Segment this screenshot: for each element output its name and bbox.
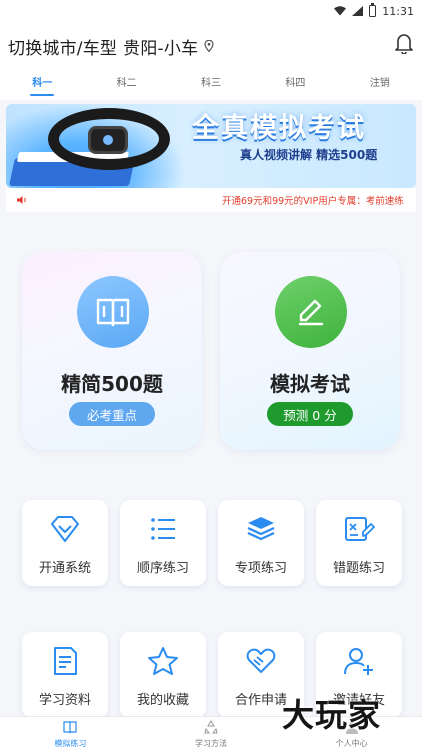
watermark-logo: 大玩家 [282, 696, 382, 734]
nav-label: 学习方法 [195, 739, 227, 748]
list-icon [151, 518, 175, 540]
notice-text: 开通69元和99元的VIP用户专属：考前速练 [222, 196, 404, 207]
key-points-badge[interactable]: 必考重点 [69, 402, 155, 426]
tile-label: 开通系统 [38, 561, 91, 576]
location-pin-icon[interactable] [204, 40, 214, 52]
tile-label: 错题练习 [332, 561, 385, 576]
diamond-icon [51, 516, 79, 542]
card-mock-exam[interactable]: 模拟考试 预测 0 分 [220, 252, 400, 450]
tab-subject-3[interactable]: 科三 [169, 70, 253, 100]
layers-icon [247, 517, 275, 541]
tile-label: 我的收藏 [136, 693, 189, 708]
star-icon [148, 647, 178, 675]
tab-subject-1[interactable]: 科一 [0, 70, 84, 100]
city-selector[interactable]: 切换城市/车型 贵阳-小车 [8, 34, 198, 59]
banner-title: 全真模拟考试 [192, 113, 366, 144]
wifi-icon [334, 6, 347, 16]
switch-city-label: 切换城市/车型 [8, 38, 118, 59]
add-user-icon [344, 648, 373, 675]
card-title: 精简500题 [61, 372, 163, 396]
tile-wrong-answers[interactable]: 错题练习 [316, 500, 402, 586]
subject-tabs: 科一 科二 科三 科四 注销 [0, 70, 422, 100]
tile-label: 专项练习 [234, 561, 287, 576]
tab-logout[interactable]: 注销 [338, 70, 422, 100]
tile-study-materials[interactable]: 学习资料 [22, 632, 108, 718]
notification-bell-icon[interactable] [394, 32, 414, 54]
card-title: 模拟考试 [270, 372, 350, 396]
battery-icon [369, 3, 377, 17]
status-bar: 11:31 [0, 0, 422, 22]
status-time: 11:31 [382, 4, 414, 18]
exam-edit-icon [345, 517, 375, 541]
pencil-icon [298, 299, 324, 326]
tile-sequential-practice[interactable]: 顺序练习 [120, 500, 206, 586]
steering-wheel-hub [88, 126, 128, 154]
notice-bar[interactable]: 开通69元和99元的VIP用户专属：考前速练 [6, 188, 416, 212]
tile-label: 顺序练习 [136, 561, 189, 576]
promo-banner[interactable]: 全真模拟考试 真人视频讲解 精选500题 [6, 104, 416, 188]
predicted-score-badge[interactable]: 预测 0 分 [267, 402, 353, 426]
tile-label: 学习资料 [38, 693, 91, 708]
speaker-icon [17, 196, 26, 204]
banner-subtitle: 真人视频讲解 精选500题 [240, 148, 378, 162]
tile-open-system[interactable]: 开通系统 [22, 500, 108, 586]
tab-subject-2[interactable]: 科二 [84, 70, 168, 100]
nav-label: 个人中心 [335, 739, 368, 748]
card-simplified-500[interactable]: 精简500题 必考重点 [22, 252, 202, 450]
document-icon [54, 647, 77, 675]
recycle-icon [204, 720, 218, 734]
tile-special-practice[interactable]: 专项练习 [218, 500, 304, 586]
tile-my-favorites[interactable]: 我的收藏 [120, 632, 206, 718]
handshake-icon [246, 648, 276, 673]
card-icon-circle [77, 276, 149, 348]
nav-label: 模拟练习 [54, 739, 87, 748]
tab-subject-4[interactable]: 科四 [253, 70, 337, 100]
city-car-type: 贵阳-小车 [123, 38, 199, 59]
card-icon-circle [275, 276, 347, 348]
signal-icon [352, 6, 364, 16]
app-header: 切换城市/车型 贵阳-小车 [0, 22, 422, 70]
book-icon [96, 298, 130, 327]
nav-study-methods[interactable]: 学习方法 [141, 717, 282, 750]
nav-mock-practice[interactable]: 模拟练习 [0, 717, 141, 750]
open-book-icon [63, 721, 77, 734]
